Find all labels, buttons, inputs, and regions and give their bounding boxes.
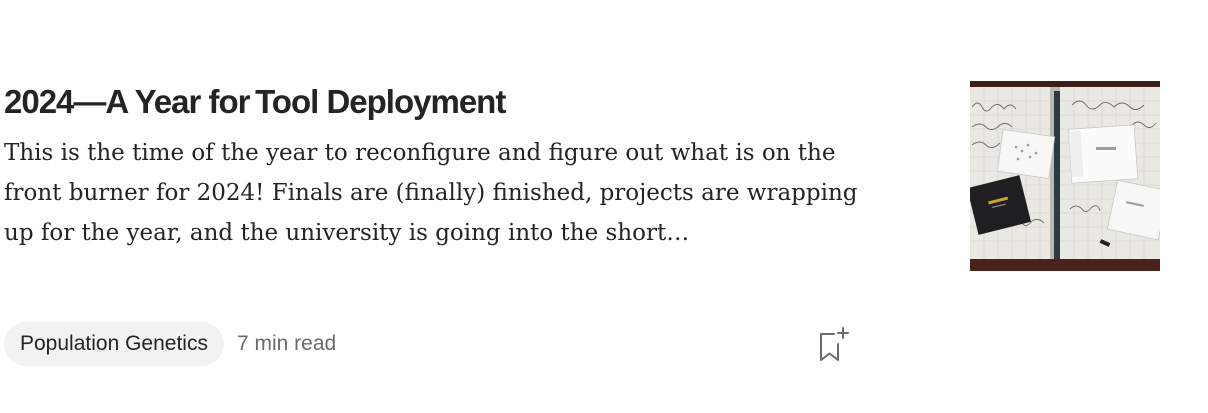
bookmark-add-icon — [820, 327, 849, 361]
notebook-photo-image — [970, 81, 1160, 271]
read-time: 7 min read — [236, 332, 337, 355]
article-meta: Population Genetics 7 min read — [4, 322, 336, 366]
article-excerpt[interactable]: This is the time of the year to reconfig… — [4, 133, 874, 253]
topic-tag[interactable]: Population Genetics — [4, 322, 224, 366]
article-title[interactable]: 2024—A Year for Tool Deployment — [4, 82, 506, 122]
article-thumbnail[interactable] — [970, 81, 1160, 271]
article-card[interactable]: 2024—A Year for Tool Deployment This is … — [0, 0, 1208, 413]
bookmark-button[interactable] — [814, 324, 854, 364]
